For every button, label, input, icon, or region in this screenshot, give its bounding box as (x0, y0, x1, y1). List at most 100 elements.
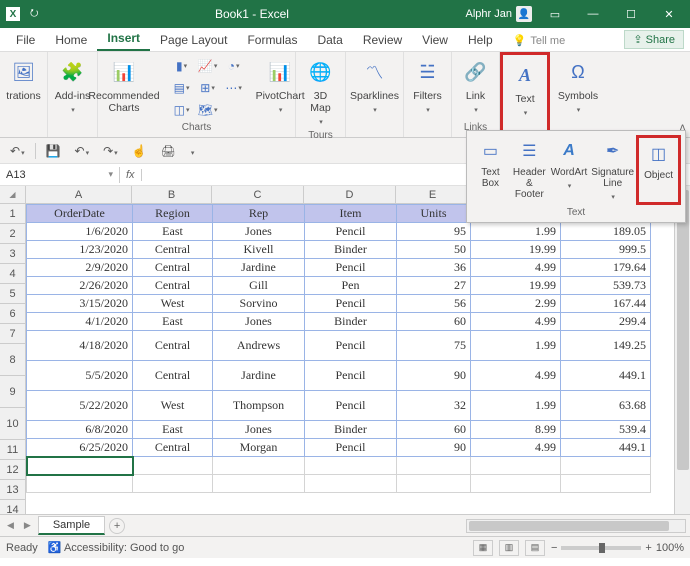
cell[interactable]: 4.99 (471, 361, 561, 391)
tab-help[interactable]: Help (458, 29, 503, 51)
wordart-button[interactable]: AWordArt (549, 135, 590, 205)
cell[interactable] (133, 475, 213, 493)
cell[interactable]: Central (133, 439, 213, 457)
horizontal-scrollbar[interactable] (466, 519, 686, 533)
cell[interactable]: Sorvino (213, 295, 305, 313)
cell[interactable]: 1.99 (471, 331, 561, 361)
cell[interactable]: Jones (213, 313, 305, 331)
cell[interactable]: 60 (397, 421, 471, 439)
cell[interactable] (305, 475, 397, 493)
cell[interactable]: Andrews (213, 331, 305, 361)
select-all-corner[interactable] (0, 186, 26, 204)
cell[interactable]: 8.99 (471, 421, 561, 439)
row-header[interactable]: 11 (0, 440, 26, 460)
accessibility-status[interactable]: ♿ Accessibility: Good to go (48, 541, 185, 554)
qat-redo[interactable]: ↷ (99, 142, 122, 160)
tab-home[interactable]: Home (45, 29, 97, 51)
cell[interactable]: 27 (397, 277, 471, 295)
cell[interactable]: 539.73 (561, 277, 651, 295)
row-header[interactable]: 7 (0, 324, 26, 344)
tab-page-layout[interactable]: Page Layout (150, 29, 237, 51)
cell[interactable]: 90 (397, 439, 471, 457)
cell[interactable]: Pencil (305, 439, 397, 457)
cell[interactable]: Jardine (213, 259, 305, 277)
cell[interactable] (133, 457, 213, 475)
cell[interactable]: Central (133, 259, 213, 277)
zoom-control[interactable]: − + 100% (551, 542, 684, 554)
cell[interactable] (561, 475, 651, 493)
cell[interactable]: 6/8/2020 (27, 421, 133, 439)
cell[interactable]: East (133, 223, 213, 241)
cell[interactable]: 2/9/2020 (27, 259, 133, 277)
cell[interactable]: Gill (213, 277, 305, 295)
filters-button[interactable]: ☱Filters (404, 54, 452, 118)
cell[interactable]: West (133, 295, 213, 313)
row-header[interactable]: 6 (0, 304, 26, 324)
qat-undo[interactable]: ↶ (6, 142, 29, 160)
cell[interactable]: Binder (305, 313, 397, 331)
cell[interactable]: East (133, 421, 213, 439)
cell[interactable]: 2/26/2020 (27, 277, 133, 295)
cell[interactable]: 19.99 (471, 241, 561, 259)
header-footer-button[interactable]: ☰Header & Footer (510, 135, 549, 205)
ribbon-options-button[interactable]: ▭ (540, 4, 570, 24)
textbox-button[interactable]: ▭Text Box (471, 135, 510, 205)
cell[interactable]: 56 (397, 295, 471, 313)
cell[interactable]: 32 (397, 391, 471, 421)
tab-review[interactable]: Review (353, 29, 412, 51)
cell[interactable]: 299.4 (561, 313, 651, 331)
tab-view[interactable]: View (412, 29, 458, 51)
cell[interactable]: 4/18/2020 (27, 331, 133, 361)
link-button[interactable]: 🔗Link (452, 54, 500, 118)
row-header[interactable]: 5 (0, 284, 26, 304)
cell[interactable]: 1.99 (471, 391, 561, 421)
signature-button[interactable]: ✒Signature Line (589, 135, 636, 205)
cell[interactable]: 50 (397, 241, 471, 259)
cell[interactable]: Kivell (213, 241, 305, 259)
row-header[interactable]: 13 (0, 480, 26, 500)
tab-nav-next[interactable]: ▶ (21, 520, 34, 531)
row-header[interactable]: 8 (0, 344, 26, 376)
cell[interactable]: 5/5/2020 (27, 361, 133, 391)
cell[interactable]: Pencil (305, 391, 397, 421)
header-cell[interactable]: Rep (213, 205, 305, 223)
row-header[interactable]: 9 (0, 376, 26, 408)
header-cell[interactable]: Item (305, 205, 397, 223)
account-user[interactable]: Alphr Jan 👤 (466, 6, 532, 22)
cell[interactable]: Pencil (305, 361, 397, 391)
cell[interactable]: Central (133, 241, 213, 259)
cell[interactable]: Pencil (305, 295, 397, 313)
cell[interactable] (397, 475, 471, 493)
tab-nav-prev[interactable]: ◀ (4, 520, 17, 531)
col-header-B[interactable]: B (132, 186, 212, 204)
cell[interactable]: 90 (397, 361, 471, 391)
new-sheet-button[interactable]: + (109, 518, 125, 534)
cell[interactable]: 19.99 (471, 277, 561, 295)
row-header[interactable]: 2 (0, 224, 26, 244)
cell[interactable]: Central (133, 331, 213, 361)
vertical-scrollbar[interactable] (674, 186, 690, 514)
page-layout-view-button[interactable]: ▥ (499, 540, 519, 556)
cell[interactable]: Central (133, 361, 213, 391)
combo-chart-button[interactable]: ◫ (170, 100, 194, 120)
name-box[interactable]: A13▾ (0, 167, 120, 183)
text-button[interactable]: AText (501, 57, 549, 121)
cell[interactable] (561, 457, 651, 475)
cell[interactable]: Pencil (305, 259, 397, 277)
cell[interactable]: 60 (397, 313, 471, 331)
cell[interactable]: Thompson (213, 391, 305, 421)
qat-print[interactable]: 🖨 (157, 142, 180, 160)
col-header-C[interactable]: C (212, 186, 304, 204)
qat-touch[interactable]: ☝ (128, 142, 151, 160)
map-chart-button[interactable]: 🗺 (196, 100, 220, 120)
cell[interactable]: Morgan (213, 439, 305, 457)
header-cell[interactable]: OrderDate (27, 205, 133, 223)
pie-chart-button[interactable]: ◔ (222, 56, 246, 76)
cell[interactable]: 189.05 (561, 223, 651, 241)
cell[interactable]: 6/25/2020 (27, 439, 133, 457)
cell[interactable]: 36 (397, 259, 471, 277)
qat-save[interactable]: 💾 (42, 142, 65, 160)
cell[interactable]: West (133, 391, 213, 421)
cell[interactable]: 4.99 (471, 439, 561, 457)
row-header[interactable]: 14 (0, 500, 26, 514)
